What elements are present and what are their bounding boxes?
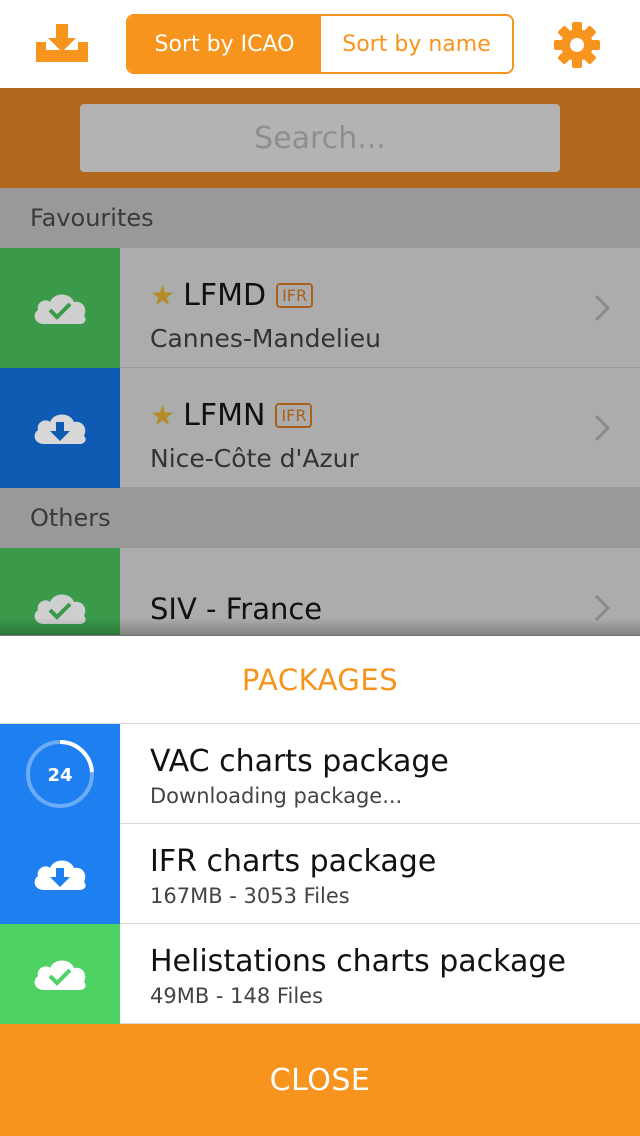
favourite-star-icon: ★	[150, 279, 176, 312]
top-toolbar: Sort by ICAO Sort by name	[0, 0, 640, 88]
airport-name: Nice-Côte d'Azur	[150, 444, 359, 473]
packages-sheet: PACKAGES 24 VAC charts package Downloadi…	[0, 636, 640, 1136]
close-button[interactable]: CLOSE	[0, 1024, 640, 1136]
cloud-download-icon	[0, 824, 120, 924]
section-header-others: Others	[0, 488, 640, 548]
package-subtitle: 49MB - 148 Files	[150, 984, 324, 1008]
package-subtitle: 167MB - 3053 Files	[150, 884, 350, 908]
airport-code-line: ★ LFMD IFR	[150, 278, 314, 313]
sort-by-name-button[interactable]: Sort by name	[321, 16, 512, 72]
package-row-ifr[interactable]: IFR charts package 167MB - 3053 Files	[0, 824, 640, 924]
airport-code: LFMD	[183, 278, 267, 313]
ifr-badge: IFR	[275, 403, 313, 428]
package-title: IFR charts package	[150, 844, 437, 879]
sort-segmented-control: Sort by ICAO Sort by name	[126, 14, 514, 74]
sheet-title: PACKAGES	[0, 636, 640, 724]
download-tray-icon[interactable]	[32, 20, 92, 68]
package-row-vac[interactable]: 24 VAC charts package Downloading packag…	[0, 724, 640, 824]
airport-name: Cannes-Mandelieu	[150, 324, 381, 353]
package-title: Helistations charts package	[150, 944, 566, 979]
cloud-check-icon	[0, 248, 120, 368]
chevron-right-icon	[592, 292, 612, 328]
cloud-check-icon	[0, 924, 120, 1024]
airport-row-lfmn[interactable]: ★ LFMN IFR Nice-Côte d'Azur	[0, 368, 640, 488]
package-row-helistations[interactable]: Helistations charts package 49MB - 148 F…	[0, 924, 640, 1024]
airport-code-line: ★ LFMN IFR	[150, 398, 313, 433]
favourite-star-icon: ★	[150, 399, 176, 432]
ifr-badge: IFR	[276, 283, 314, 308]
section-header-favourites: Favourites	[0, 188, 640, 248]
sheet-shadow	[0, 618, 640, 636]
package-title: VAC charts package	[150, 744, 449, 779]
airport-code: LFMN	[183, 398, 266, 433]
progress-ring-icon: 24	[0, 724, 120, 824]
airport-row-lfmd[interactable]: ★ LFMD IFR Cannes-Mandelieu	[0, 248, 640, 368]
chevron-right-icon	[592, 412, 612, 448]
search-input[interactable]: Search...	[80, 104, 560, 172]
cloud-download-icon	[0, 368, 120, 488]
progress-value: 24	[47, 765, 72, 786]
package-subtitle: Downloading package...	[150, 784, 403, 808]
gear-icon[interactable]	[552, 20, 602, 70]
sort-by-icao-button[interactable]: Sort by ICAO	[128, 16, 321, 72]
search-bar-container: Search...	[0, 88, 640, 188]
